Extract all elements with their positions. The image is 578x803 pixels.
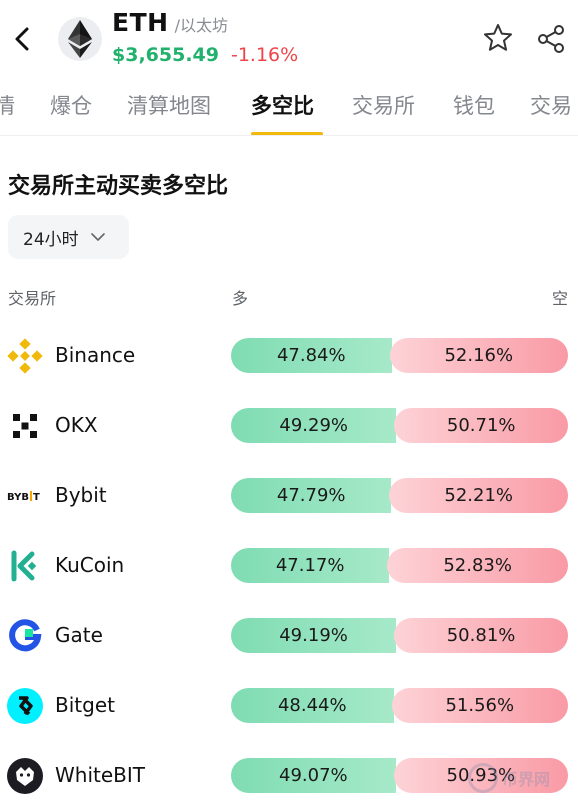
coin-header: ETH /以太坊 $3,655.49 -1.16% bbox=[0, 0, 578, 80]
tab-exchange[interactable]: 交易所 bbox=[352, 90, 415, 120]
favorite-button[interactable] bbox=[482, 22, 514, 54]
active-tab-indicator bbox=[251, 132, 323, 135]
back-button[interactable] bbox=[8, 22, 36, 56]
long-segment: 47.79% bbox=[231, 478, 392, 513]
binance-icon bbox=[6, 337, 44, 375]
exchange-name: Binance bbox=[55, 343, 136, 367]
tab-market[interactable]: 情 bbox=[0, 90, 15, 120]
watermark-logo: 币界网 bbox=[468, 760, 572, 796]
coin-change: -1.16% bbox=[230, 44, 299, 66]
svg-text:T: T bbox=[33, 492, 40, 503]
tab-long-short-ratio[interactable]: 多空比 bbox=[251, 90, 314, 120]
long-segment: 49.19% bbox=[231, 618, 397, 653]
long-short-bar: 49.19% 50.81% bbox=[231, 618, 568, 653]
share-icon bbox=[538, 25, 564, 53]
long-segment: 49.29% bbox=[231, 408, 397, 443]
column-headers: 交易所 多 空 bbox=[0, 285, 578, 308]
period-label: 24小时 bbox=[23, 229, 79, 250]
short-segment: 52.21% bbox=[389, 478, 568, 513]
long-segment: 48.44% bbox=[231, 688, 394, 723]
exchange-name: Bybit bbox=[55, 483, 107, 507]
long-short-bar: 47.79% 52.21% bbox=[231, 478, 568, 513]
star-icon bbox=[484, 24, 512, 51]
exchange-name: WhiteBIT bbox=[55, 763, 145, 787]
short-segment: 51.56% bbox=[391, 688, 568, 723]
short-segment: 52.16% bbox=[389, 338, 568, 373]
coin-title: ETH /以太坊 bbox=[112, 8, 228, 37]
short-segment: 50.81% bbox=[394, 618, 568, 653]
coin-price-row: $3,655.49 -1.16% bbox=[112, 44, 298, 66]
exchange-name: Gate bbox=[55, 623, 103, 647]
kucoin-icon bbox=[6, 547, 44, 585]
tab-liquidation-map[interactable]: 清算地图 bbox=[127, 90, 211, 120]
bitget-icon bbox=[6, 687, 44, 725]
long-segment: 47.17% bbox=[231, 548, 390, 583]
share-button[interactable] bbox=[536, 23, 568, 55]
tab-liquidation[interactable]: 爆仓 bbox=[50, 90, 92, 120]
coin-symbol: ETH bbox=[112, 8, 169, 37]
okx-icon bbox=[6, 407, 44, 445]
svg-text:BYB: BYB bbox=[7, 492, 29, 503]
exchange-row[interactable]: Bitget 48.44% 51.56% bbox=[0, 670, 578, 740]
long-segment: 49.07% bbox=[231, 758, 396, 793]
exchange-name: KuCoin bbox=[55, 553, 125, 577]
exchange-row[interactable]: KuCoin 47.17% 52.83% bbox=[0, 530, 578, 600]
short-segment: 52.83% bbox=[387, 548, 568, 583]
bybit-icon: BYB T bbox=[6, 477, 44, 515]
chevron-down-icon bbox=[90, 232, 105, 241]
long-short-bar: 47.17% 52.83% bbox=[231, 548, 568, 583]
long-short-bar: 48.44% 51.56% bbox=[231, 688, 568, 723]
section-title: 交易所主动买卖多空比 bbox=[8, 174, 229, 199]
eth-logo-icon bbox=[58, 17, 102, 61]
exchange-row[interactable]: Binance 47.84% 52.16% bbox=[0, 320, 578, 390]
tab-wallet[interactable]: 钱包 bbox=[453, 90, 495, 120]
exchange-row[interactable]: Gate 49.19% 50.81% bbox=[0, 600, 578, 670]
tab-bar: 情 爆仓 清算地图 多空比 交易所 钱包 交易 bbox=[0, 80, 578, 136]
whitebit-icon bbox=[6, 757, 44, 795]
period-select[interactable]: 24小时 bbox=[8, 215, 129, 259]
long-short-bar: 49.29% 50.71% bbox=[231, 408, 568, 443]
tab-trade[interactable]: 交易 bbox=[530, 90, 572, 120]
exchange-row[interactable]: BYB T Bybit 47.79% 52.21% bbox=[0, 460, 578, 530]
coin-price: $3,655.49 bbox=[112, 44, 219, 66]
long-short-bar: 47.84% 52.16% bbox=[231, 338, 568, 373]
exchange-row[interactable]: OKX 49.29% 50.71% bbox=[0, 390, 578, 460]
chevron-left-icon bbox=[15, 27, 29, 51]
exchange-name: OKX bbox=[55, 413, 98, 437]
exchange-name: Bitget bbox=[55, 693, 115, 717]
short-segment: 50.71% bbox=[394, 408, 568, 443]
column-short: 空 bbox=[551, 289, 568, 308]
long-segment: 47.84% bbox=[231, 338, 392, 373]
column-long: 多 bbox=[232, 289, 249, 308]
gate-icon bbox=[6, 617, 44, 655]
coin-name: /以太坊 bbox=[174, 16, 228, 35]
column-exchange: 交易所 bbox=[8, 289, 57, 308]
